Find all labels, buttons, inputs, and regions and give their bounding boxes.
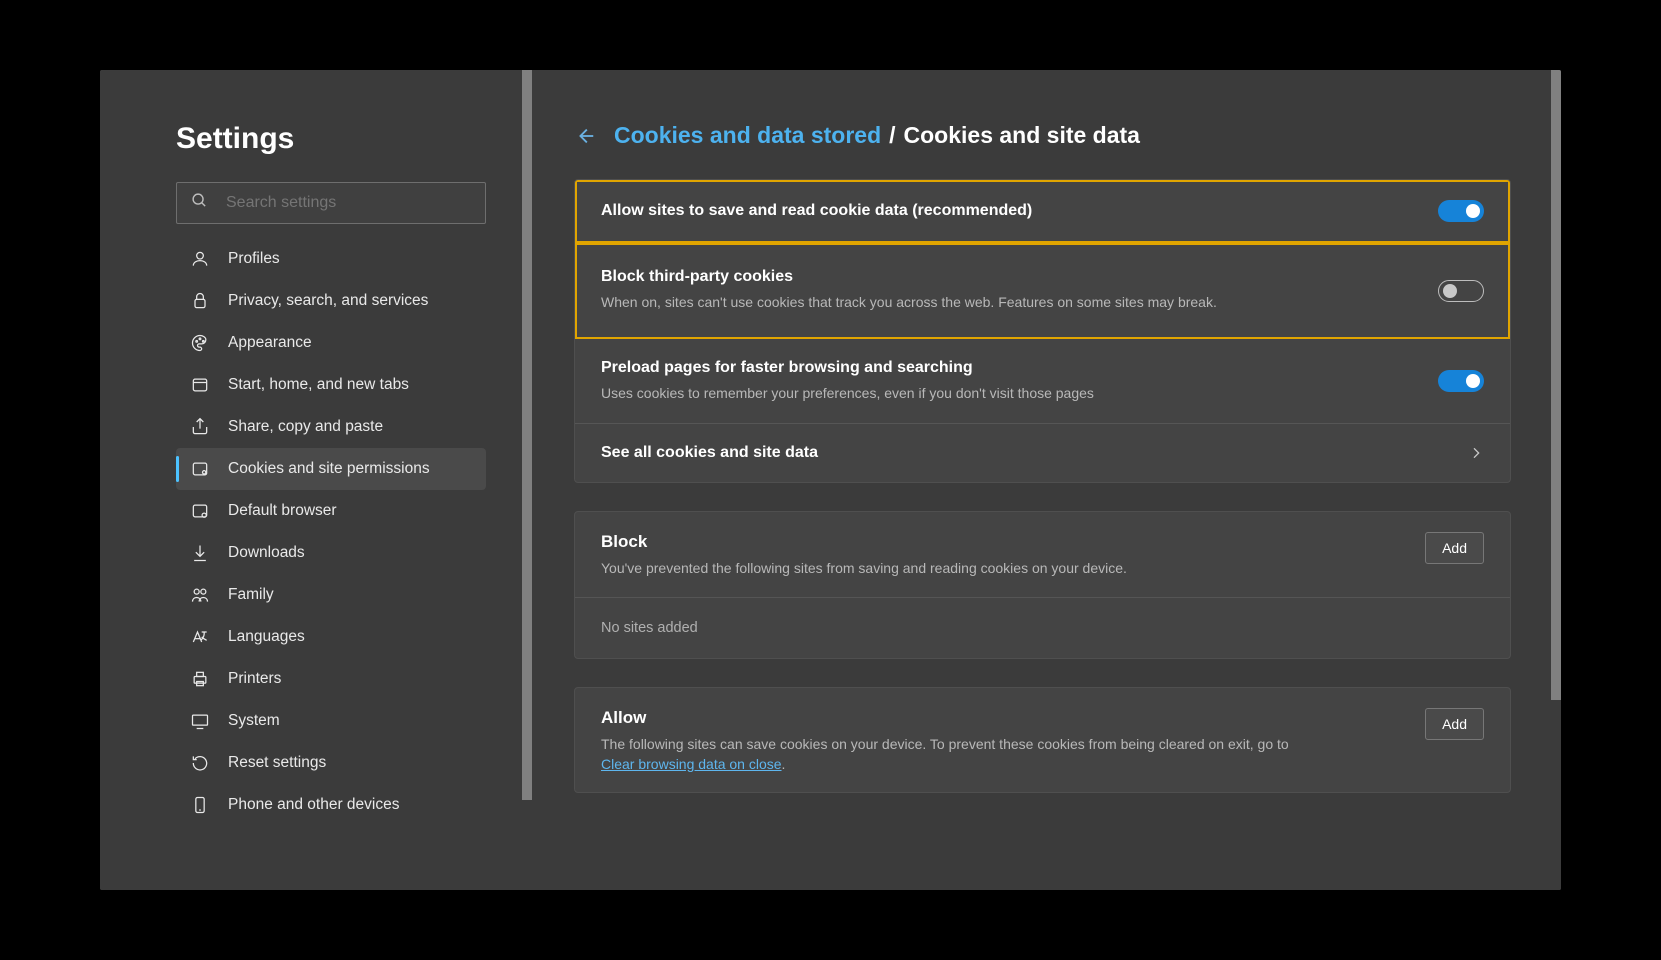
breadcrumb-current: Cookies and site data <box>904 122 1140 149</box>
settings-content: Cookies and data stored / Cookies and si… <box>532 70 1561 890</box>
browser-icon <box>190 501 210 521</box>
search-icon <box>191 192 208 214</box>
sidebar-item-system[interactable]: System <box>176 700 486 742</box>
allow-add-button[interactable]: Add <box>1425 708 1484 740</box>
row-preload-pages: Preload pages for faster browsing and se… <box>575 339 1510 424</box>
sidebar-item-label: Phone and other devices <box>228 796 399 814</box>
search-settings-input[interactable] <box>226 194 471 212</box>
row-allow-cookies: Allow sites to save and read cookie data… <box>575 180 1510 243</box>
row-title: See all cookies and site data <box>601 444 1448 462</box>
row-title: Preload pages for faster browsing and se… <box>601 359 1418 377</box>
sidebar-item-printers[interactable]: Printers <box>176 658 486 700</box>
sidebar-item-family[interactable]: Family <box>176 574 486 616</box>
block-section-head: Block You've prevented the following sit… <box>575 512 1510 597</box>
sidebar-item-appearance[interactable]: Appearance <box>176 322 486 364</box>
profile-icon <box>190 249 210 269</box>
chevron-right-icon <box>1468 445 1484 461</box>
cookies-icon <box>190 459 210 479</box>
sidebar-item-label: Languages <box>228 628 305 646</box>
block-add-button[interactable]: Add <box>1425 532 1484 564</box>
sidebar-item-label: Appearance <box>228 334 312 352</box>
clear-browsing-data-link[interactable]: Clear browsing data on close <box>601 756 782 772</box>
sidebar-item-share[interactable]: Share, copy and paste <box>176 406 486 448</box>
sidebar-item-languages[interactable]: Languages <box>176 616 486 658</box>
search-settings-box[interactable] <box>176 182 486 224</box>
row-desc: When on, sites can't use cookies that tr… <box>601 292 1321 312</box>
breadcrumb-parent-link[interactable]: Cookies and data stored <box>614 122 881 149</box>
sidebar-item-label: Reset settings <box>228 754 326 772</box>
cookie-toggles-group: Allow sites to save and read cookie data… <box>574 179 1511 483</box>
sidebar-item-label: Privacy, search, and services <box>228 292 428 310</box>
sidebar-item-label: Family <box>228 586 274 604</box>
tab-icon <box>190 375 210 395</box>
row-block-third-party: Block third-party cookies When on, sites… <box>575 243 1510 339</box>
settings-sidebar: Settings Profiles Privacy, search, and s… <box>100 70 532 890</box>
breadcrumb: Cookies and data stored / Cookies and si… <box>574 122 1511 149</box>
allow-desc-post: . <box>782 756 786 772</box>
sidebar-scrollbar-thumb[interactable] <box>522 70 532 800</box>
sidebar-item-label: Profiles <box>228 250 280 268</box>
content-scrollbar[interactable] <box>1551 70 1561 890</box>
sidebar-item-label: Printers <box>228 670 281 688</box>
row-see-all-cookies[interactable]: See all cookies and site data <box>575 424 1510 482</box>
printer-icon <box>190 669 210 689</box>
sidebar-item-cookies[interactable]: Cookies and site permissions <box>176 448 486 490</box>
family-icon <box>190 585 210 605</box>
sidebar-item-label: Default browser <box>228 502 337 520</box>
sidebar-item-label: Downloads <box>228 544 305 562</box>
sidebar-item-label: Start, home, and new tabs <box>228 376 409 394</box>
share-icon <box>190 417 210 437</box>
section-title: Allow <box>601 708 1321 728</box>
back-arrow-icon[interactable] <box>574 125 596 147</box>
sidebar-item-privacy[interactable]: Privacy, search, and services <box>176 280 486 322</box>
section-desc: You've prevented the following sites fro… <box>601 558 1127 578</box>
breadcrumb-sep: / <box>889 122 895 149</box>
allow-desc-pre: The following sites can save cookies on … <box>601 736 1289 752</box>
palette-icon <box>190 333 210 353</box>
row-desc: Uses cookies to remember your preference… <box>601 383 1321 403</box>
sidebar-item-label: Cookies and site permissions <box>228 460 430 478</box>
row-title: Allow sites to save and read cookie data… <box>601 202 1418 220</box>
toggle-allow-cookies[interactable] <box>1438 200 1484 222</box>
sidebar-item-label: Share, copy and paste <box>228 418 383 436</box>
settings-window: Settings Profiles Privacy, search, and s… <box>100 70 1561 890</box>
sidebar-scrollbar[interactable] <box>522 70 532 890</box>
sidebar-item-reset[interactable]: Reset settings <box>176 742 486 784</box>
sidebar-item-start[interactable]: Start, home, and new tabs <box>176 364 486 406</box>
phone-icon <box>190 795 210 815</box>
reset-icon <box>190 753 210 773</box>
content-scrollbar-thumb[interactable] <box>1551 70 1561 700</box>
sidebar-item-label: System <box>228 712 280 730</box>
allow-section-head: Allow The following sites can save cooki… <box>575 688 1510 793</box>
sidebar-item-phone[interactable]: Phone and other devices <box>176 784 486 826</box>
system-icon <box>190 711 210 731</box>
block-empty-row: No sites added <box>575 598 1510 658</box>
download-icon <box>190 543 210 563</box>
language-icon <box>190 627 210 647</box>
row-title: Block third-party cookies <box>601 268 1418 286</box>
allow-section: Allow The following sites can save cooki… <box>574 687 1511 794</box>
lock-icon <box>190 291 210 311</box>
toggle-block-third-party[interactable] <box>1438 280 1484 302</box>
section-title: Block <box>601 532 1127 552</box>
settings-title: Settings <box>176 122 486 156</box>
section-desc: The following sites can save cookies on … <box>601 734 1321 775</box>
toggle-preload-pages[interactable] <box>1438 370 1484 392</box>
block-section: Block You've prevented the following sit… <box>574 511 1511 658</box>
sidebar-item-downloads[interactable]: Downloads <box>176 532 486 574</box>
sidebar-item-default-browser[interactable]: Default browser <box>176 490 486 532</box>
sidebar-item-profiles[interactable]: Profiles <box>176 238 486 280</box>
